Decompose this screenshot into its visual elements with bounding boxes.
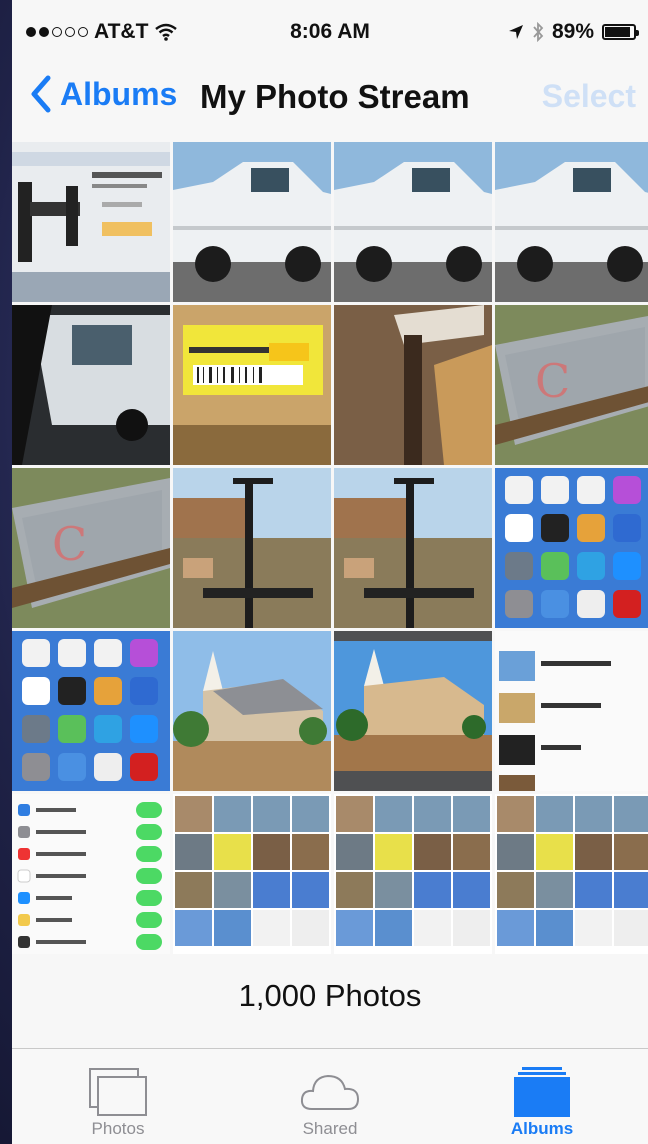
photo-thumbnail[interactable] (495, 142, 648, 302)
photo-thumbnail[interactable] (12, 794, 170, 954)
photo-thumbnail[interactable] (12, 142, 170, 302)
photo-image (334, 142, 492, 302)
photo-image (495, 794, 648, 954)
photo-thumbnail[interactable] (334, 305, 492, 465)
cloud-icon (300, 1074, 360, 1110)
photos-icon (89, 1068, 147, 1116)
photo-thumbnail[interactable] (12, 631, 170, 791)
tab-bar: Photos Shared Albums (12, 1048, 648, 1144)
photo-image (12, 631, 170, 791)
photo-grid: CC (12, 142, 648, 954)
photo-thumbnail[interactable] (173, 794, 331, 954)
photo-thumbnail[interactable] (334, 468, 492, 628)
photo-thumbnail[interactable] (495, 631, 648, 791)
bluetooth-icon (533, 22, 544, 42)
back-label: Albums (60, 75, 178, 112)
photo-image (12, 142, 170, 302)
tab-label: Photos (91, 1119, 145, 1138)
photo-image (173, 468, 331, 628)
photo-image (334, 305, 492, 465)
photo-thumbnail[interactable] (173, 468, 331, 628)
svg-text:C: C (535, 354, 570, 408)
photo-image (173, 305, 331, 465)
navigation-bar: Albums My Photo Stream Select (12, 62, 648, 142)
photo-image (12, 305, 170, 465)
photo-thumbnail[interactable] (173, 305, 331, 465)
photo-image (12, 794, 170, 954)
photo-image: C (12, 468, 170, 628)
location-arrow-icon (508, 25, 523, 39)
svg-text:C: C (52, 517, 87, 571)
photo-image: C (495, 305, 648, 465)
photo-image (495, 142, 648, 302)
photo-image (495, 631, 648, 791)
photo-image (334, 468, 492, 628)
tab-label: Shared (302, 1119, 358, 1138)
photo-thumbnail[interactable] (173, 142, 331, 302)
chevron-left-icon (31, 75, 51, 113)
status-right: 89% (508, 20, 639, 44)
photo-image (495, 468, 648, 628)
photo-image (173, 794, 331, 954)
page-title: My Photo Stream (200, 78, 470, 115)
status-bar: AT&T 8:06 AM 89% (12, 0, 648, 62)
select-button[interactable]: Select (542, 78, 636, 115)
battery-percent: 89% (551, 20, 594, 43)
tab-shared[interactable]: Shared (224, 1049, 436, 1144)
albums-icon (514, 1067, 570, 1117)
tab-albums[interactable]: Albums (436, 1049, 648, 1144)
photo-count: 1,000 Photos (238, 978, 422, 1013)
phone-screen: AT&T 8:06 AM 89% Albums My Photo Stream … (12, 0, 648, 1144)
photo-thumbnail[interactable] (334, 631, 492, 791)
photo-image (334, 794, 492, 954)
photo-thumbnail[interactable] (334, 794, 492, 954)
battery-icon (602, 24, 639, 40)
photo-thumbnail[interactable] (495, 794, 648, 954)
photo-thumbnail[interactable] (495, 468, 648, 628)
photo-image (173, 631, 331, 791)
photo-thumbnail[interactable] (173, 631, 331, 791)
tab-label: Albums (510, 1119, 574, 1138)
back-button[interactable]: Albums (28, 74, 177, 114)
photo-image (173, 142, 331, 302)
photo-thumbnail[interactable] (334, 142, 492, 302)
photo-thumbnail[interactable]: C (495, 305, 648, 465)
photo-thumbnail[interactable] (12, 305, 170, 465)
photo-thumbnail[interactable]: C (12, 468, 170, 628)
photo-image (334, 631, 492, 791)
tab-photos[interactable]: Photos (12, 1049, 224, 1144)
